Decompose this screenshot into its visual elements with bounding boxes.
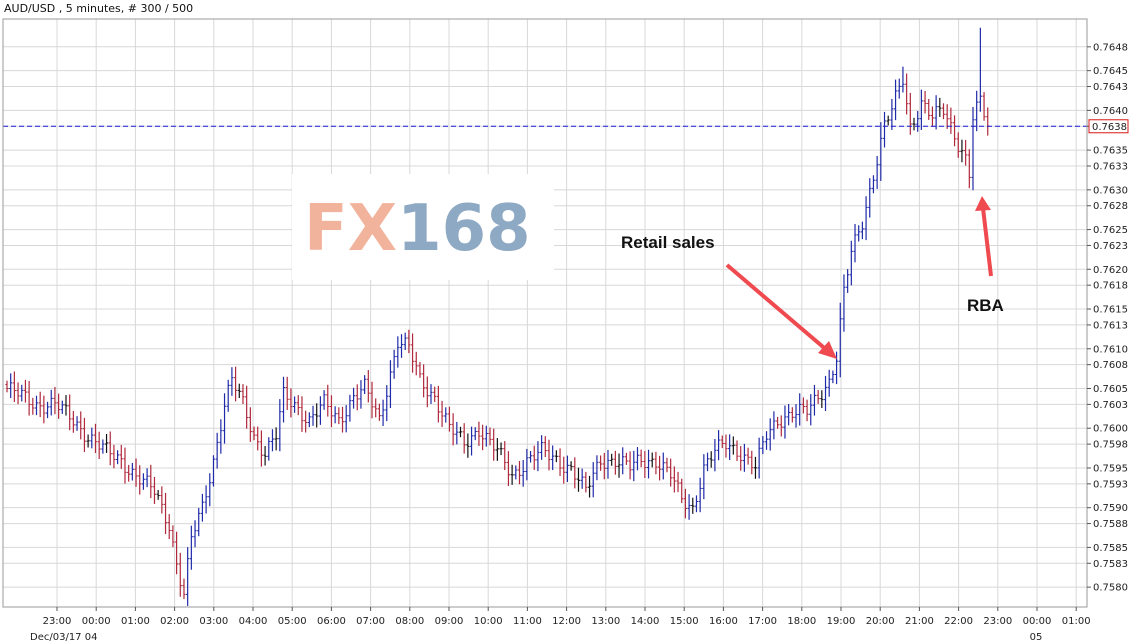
x-date-label: Dec/03/17 04 [30,632,97,643]
x-tick-label: 15:00 [670,616,699,627]
y-tick-label: 0.7598 [1093,440,1128,451]
y-tick-label: 0.7585 [1093,543,1128,554]
y-tick-label: 0.7613 [1093,320,1128,331]
x-tick-label: 11:00 [513,616,542,627]
y-tick-label: 0.7630 [1093,185,1128,196]
x-tick-label: 00:00 [82,616,111,627]
y-tick-label: 0.7643 [1093,82,1128,93]
y-tick-label: 0.7618 [1093,281,1128,292]
y-tick-label: 0.7593 [1093,479,1128,490]
y-tick-label: 0.7625 [1093,225,1128,236]
x-tick-label: 05:00 [278,616,307,627]
x-tick-label: 12:00 [552,616,581,627]
chart-title: AUD/USD , 5 minutes, # 300 / 500 [4,2,193,15]
x-tick-label: 18:00 [787,616,816,627]
x-tick-label: 06:00 [317,616,346,627]
x-tick-label: 02:00 [160,616,189,627]
watermark-logo: FX168 [304,192,531,266]
x-tick-label: 20:00 [866,616,895,627]
y-tick-label: 0.7608 [1093,360,1128,371]
y-tick-label: 0.7640 [1093,106,1128,117]
x-tick-label: 17:00 [748,616,777,627]
y-tick-label: 0.7633 [1093,162,1128,173]
y-tick-label: 0.7580 [1093,583,1128,594]
y-tick-label: 0.7588 [1093,519,1128,530]
x-date-label: 05 [1030,632,1043,643]
y-tick-label: 0.7590 [1093,503,1128,514]
retail-sales-label: Retail sales [621,233,715,252]
x-tick-label: 07:00 [356,616,385,627]
y-tick-label: 0.7600 [1093,424,1128,435]
fx168-watermark: FX168 [292,174,554,280]
current-price-label: 0.7638 [1092,122,1127,133]
y-tick-label: 0.7595 [1093,463,1128,474]
x-tick-label: 23:00 [983,616,1012,627]
watermark-part-fx: FX [304,192,397,266]
y-tick-label: 0.7603 [1093,400,1128,411]
y-tick-label: 0.7648 [1093,42,1128,53]
y-tick-label: 0.7645 [1093,66,1128,77]
x-tick-label: 04:00 [239,616,268,627]
y-tick-label: 0.7628 [1093,201,1128,212]
watermark-part-168: 168 [397,192,531,266]
y-tick-label: 0.7605 [1093,384,1128,395]
current-price-marker: 0.7638 [1088,119,1129,134]
y-tick-label: 0.7583 [1093,559,1128,570]
y-tick-label: 0.7615 [1093,305,1128,316]
y-tick-label: 0.7610 [1093,344,1128,355]
x-tick-label: 16:00 [709,616,738,627]
x-tick-label: 08:00 [395,616,424,627]
y-tick-label: 0.7620 [1093,265,1128,276]
x-tick-label: 14:00 [631,616,660,627]
x-tick-label: 09:00 [435,616,464,627]
y-tick-label: 0.7623 [1093,241,1128,252]
y-tick-label: 0.7635 [1093,146,1128,157]
x-tick-label: 01:00 [1062,616,1091,627]
price-chart: AUD/USD , 5 minutes, # 300 / 500 FX168 0… [0,0,1131,644]
x-tick-label: 22:00 [944,616,973,627]
x-tick-label: 23:00 [43,616,72,627]
rba-label: RBA [967,296,1004,315]
x-tick-label: 01:00 [121,616,150,627]
x-tick-label: 21:00 [905,616,934,627]
x-tick-label: 03:00 [199,616,228,627]
x-tick-label: 13:00 [591,616,620,627]
x-tick-label: 00:00 [1023,616,1052,627]
x-tick-label: 10:00 [474,616,503,627]
x-tick-label: 19:00 [827,616,856,627]
